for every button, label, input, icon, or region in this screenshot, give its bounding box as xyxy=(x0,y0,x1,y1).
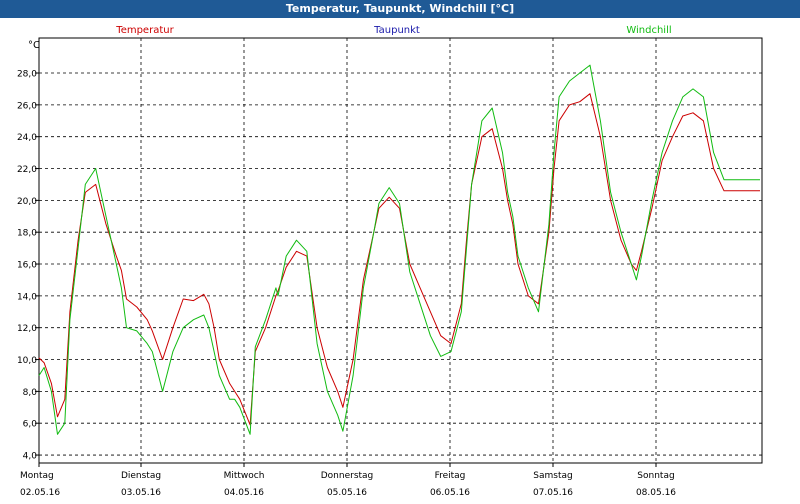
y-tick-label: 4,0 xyxy=(23,452,38,462)
x-tick-date: 06.05.16 xyxy=(430,488,470,498)
chart-window: Temperatur, Taupunkt, Windchill [°C] 4,0… xyxy=(0,0,800,500)
x-tick-date: 07.05.16 xyxy=(533,488,573,498)
x-tick-day: Dienstag xyxy=(121,471,161,481)
x-tick-day: Sonntag xyxy=(637,471,674,481)
x-tick-date: 05.05.16 xyxy=(327,488,367,498)
y-tick-label: 20,0 xyxy=(17,197,37,207)
y-tick-label: 26,0 xyxy=(17,101,37,111)
legend-windchill: Windchill xyxy=(626,25,671,36)
x-tick-day: Montag xyxy=(20,471,54,481)
y-tick-label: 22,0 xyxy=(17,165,37,175)
y-tick-label: 18,0 xyxy=(17,229,37,239)
x-tick-day: Donnerstag xyxy=(321,471,374,481)
y-axis-unit: °C xyxy=(28,40,40,51)
y-tick-label: 16,0 xyxy=(17,261,37,271)
y-tick-label: 24,0 xyxy=(17,133,37,143)
legend-temperatur: Temperatur xyxy=(115,25,174,36)
y-tick-label: 10,0 xyxy=(17,356,37,366)
x-tick-day: Freitag xyxy=(435,471,466,481)
x-tick-date: 02.05.16 xyxy=(20,488,60,498)
window-title: Temperatur, Taupunkt, Windchill [°C] xyxy=(0,0,800,18)
line-chart: 4,0 6,0 8,0 10,0 12,0 14,0 16,0 18,0 20,0 22,0 24,… xyxy=(17,25,763,498)
y-tick-label: 8,0 xyxy=(23,388,38,398)
y-tick-label: 14,0 xyxy=(17,292,37,302)
x-tick-date: 03.05.16 xyxy=(121,488,161,498)
x-tick-day: Mittwoch xyxy=(224,471,265,481)
y-tick-label: 6,0 xyxy=(23,420,38,430)
y-tick-label: 12,0 xyxy=(17,324,37,334)
x-tick-day: Samstag xyxy=(533,471,572,481)
chart-area: 4,0 6,0 8,0 10,0 12,0 14,0 16,0 18,0 20,0 22,0 24,… xyxy=(0,18,800,500)
plot-frame xyxy=(38,37,763,464)
legend-taupunkt: Taupunkt xyxy=(373,25,420,36)
x-tick-date: 04.05.16 xyxy=(224,488,264,498)
y-tick-label: 28,0 xyxy=(17,70,37,80)
x-tick-date: 08.05.16 xyxy=(636,488,676,498)
